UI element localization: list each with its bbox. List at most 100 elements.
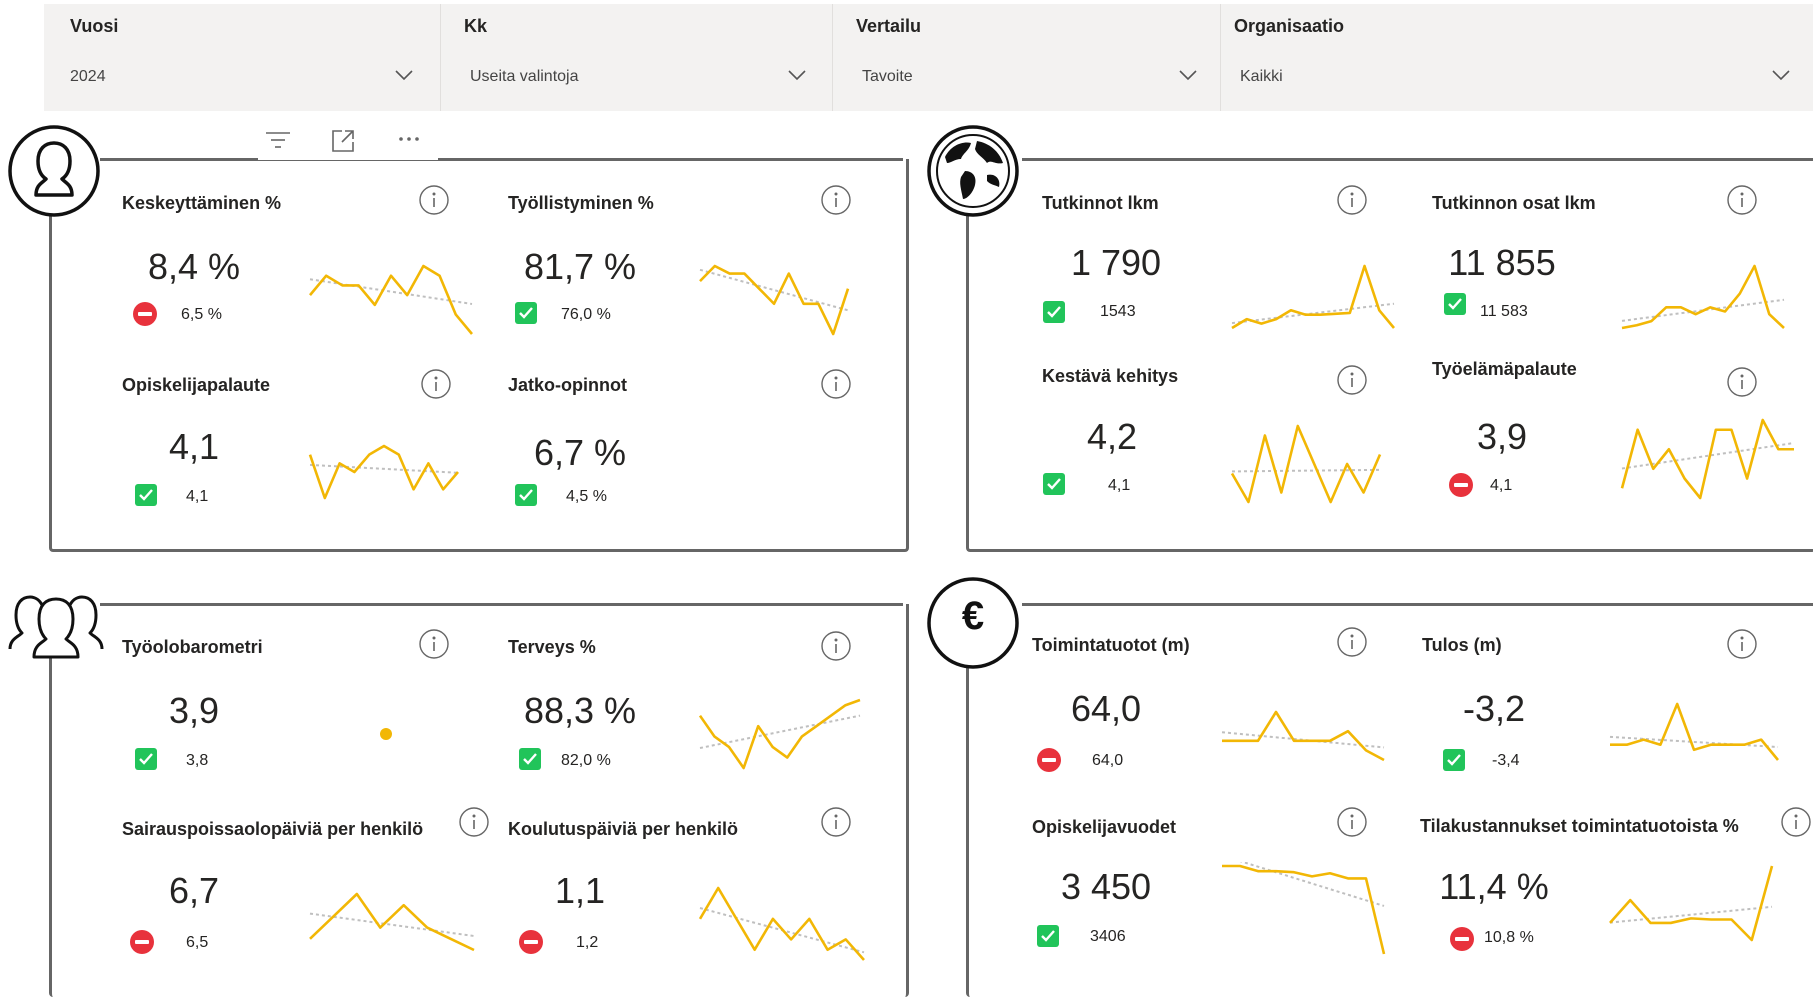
sparkline-series	[1222, 864, 1386, 955]
info-icon[interactable]	[820, 630, 852, 662]
status-ok-icon	[515, 302, 537, 324]
kpi-title: Tilakustannukset toimintatuotoista %	[1420, 816, 1739, 836]
sparkline	[1620, 418, 1795, 500]
kpi-target: 4,1	[1108, 477, 1131, 494]
filter-icon[interactable]	[263, 128, 293, 154]
sparkline-series	[1231, 264, 1395, 330]
panel-top-border	[1022, 603, 1813, 606]
kpi-title: Terveys %	[508, 637, 596, 657]
status-ok-icon	[135, 484, 157, 506]
sparkline-series	[1230, 424, 1382, 504]
kpi-value: 4,1	[168, 426, 220, 467]
sparkline	[1609, 702, 1780, 761]
kpi-title: Työllistyminen %	[508, 193, 654, 213]
sparkline-series	[1620, 418, 1794, 500]
info-icon[interactable]	[418, 184, 450, 216]
status-bad-icon	[519, 930, 543, 954]
sparkline-series	[699, 264, 850, 336]
sparkline	[1230, 424, 1382, 504]
slicer-divider	[1220, 4, 1221, 111]
info-icon[interactable]	[1726, 628, 1758, 660]
kpi-value: 3 450	[1060, 866, 1152, 907]
info-icon[interactable]	[1780, 806, 1812, 838]
info-icon[interactable]	[820, 184, 852, 216]
focus-mode-icon[interactable]	[329, 127, 359, 155]
sparkline-series	[698, 698, 861, 770]
kpi-title: Keskeyttäminen %	[122, 193, 282, 213]
panel-top-border	[100, 158, 903, 161]
slicer-divider	[832, 4, 833, 111]
info-icon[interactable]	[1336, 184, 1368, 216]
sparkline-series	[1222, 710, 1385, 762]
chevron-down-icon[interactable]	[786, 64, 808, 86]
info-icon[interactable]	[1726, 184, 1758, 216]
kpi-value: 8,4 %	[147, 246, 241, 287]
kpi-title: Kestävä kehitys	[1042, 366, 1179, 386]
kpi-target: 64,0	[1092, 752, 1124, 769]
chevron-down-icon[interactable]	[1770, 64, 1792, 86]
info-icon[interactable]	[1336, 626, 1368, 658]
slicer-value-organisaatio[interactable]: Kaikki	[1240, 68, 1283, 86]
sparkline-trend	[1231, 302, 1395, 325]
kpi-target: 76,0 %	[561, 306, 611, 323]
info-icon[interactable]	[1336, 364, 1368, 396]
slicer-value-kk[interactable]: Useita valintoja	[470, 68, 579, 86]
sparkline	[380, 728, 392, 740]
info-icon[interactable]	[420, 368, 452, 400]
more-options-icon[interactable]	[396, 134, 426, 144]
info-icon[interactable]	[458, 806, 490, 838]
kpi-title: Työelämäpalaute	[1432, 359, 1577, 379]
info-icon[interactable]	[1336, 806, 1368, 838]
sparkline-trend	[1609, 905, 1773, 924]
sparkline-series	[1610, 702, 1780, 761]
kpi-value: 3,9	[168, 690, 220, 731]
kpi-title: Jatko-opinnot	[508, 375, 627, 395]
kpi-value: 64,0	[1070, 688, 1142, 729]
kpi-value: 3,9	[1476, 416, 1528, 457]
status-ok-icon	[1043, 301, 1065, 323]
info-icon[interactable]	[820, 806, 852, 838]
kpi-target: 3,8	[186, 752, 209, 769]
sparkline	[308, 444, 459, 500]
chevron-down-icon[interactable]	[1177, 64, 1199, 86]
status-bad-icon	[1037, 748, 1061, 772]
kpi-value: 11,4 %	[1439, 866, 1549, 907]
status-ok-icon	[135, 748, 157, 770]
status-bad-icon	[1450, 927, 1474, 951]
kpi-title: Toimintatuotot (m)	[1032, 635, 1190, 655]
panel-students	[49, 159, 909, 552]
slicer-title-vertailu: Vertailu	[856, 16, 922, 36]
kpi-title: Tutkinnon osat lkm	[1432, 193, 1596, 213]
kpi-target: 82,0 %	[561, 752, 611, 769]
sparkline-series	[1609, 865, 1774, 942]
info-icon[interactable]	[1726, 366, 1758, 398]
slicer-value-vuosi[interactable]: 2024	[70, 68, 106, 86]
kpi-title: Opiskelijapalaute	[122, 375, 271, 395]
chevron-down-icon[interactable]	[393, 64, 415, 86]
status-ok-icon	[519, 748, 541, 770]
kpi-value: 1 790	[1070, 242, 1162, 283]
sparkline-series	[308, 444, 459, 500]
sparkline	[1231, 264, 1395, 330]
kpi-title: Työolobarometri	[122, 637, 263, 657]
sparkline	[309, 264, 473, 335]
sparkline-series	[309, 892, 475, 952]
sparkline	[309, 892, 475, 952]
kpi-target: 1543	[1100, 303, 1136, 320]
slicer-value-vertailu[interactable]: Tavoite	[862, 68, 913, 86]
status-bad-icon	[1449, 473, 1473, 497]
status-bad-icon	[130, 930, 154, 954]
kpi-title: Opiskelijavuodet	[1032, 817, 1177, 837]
kpi-title: Koulutuspäiviä per henkilö	[508, 819, 739, 839]
kpi-target: 10,8 %	[1484, 929, 1534, 946]
kpi-value: 4,2	[1086, 416, 1138, 457]
panel-top-border	[100, 603, 903, 606]
info-icon[interactable]	[418, 628, 450, 660]
kpi-target: 4,5 %	[566, 488, 607, 505]
status-bad-icon	[133, 302, 157, 326]
info-icon[interactable]	[820, 368, 852, 400]
sparkline	[699, 264, 850, 336]
person-icon	[8, 125, 100, 217]
kpi-value: -3,2	[1462, 688, 1526, 729]
sparkline-trend	[1231, 468, 1381, 473]
